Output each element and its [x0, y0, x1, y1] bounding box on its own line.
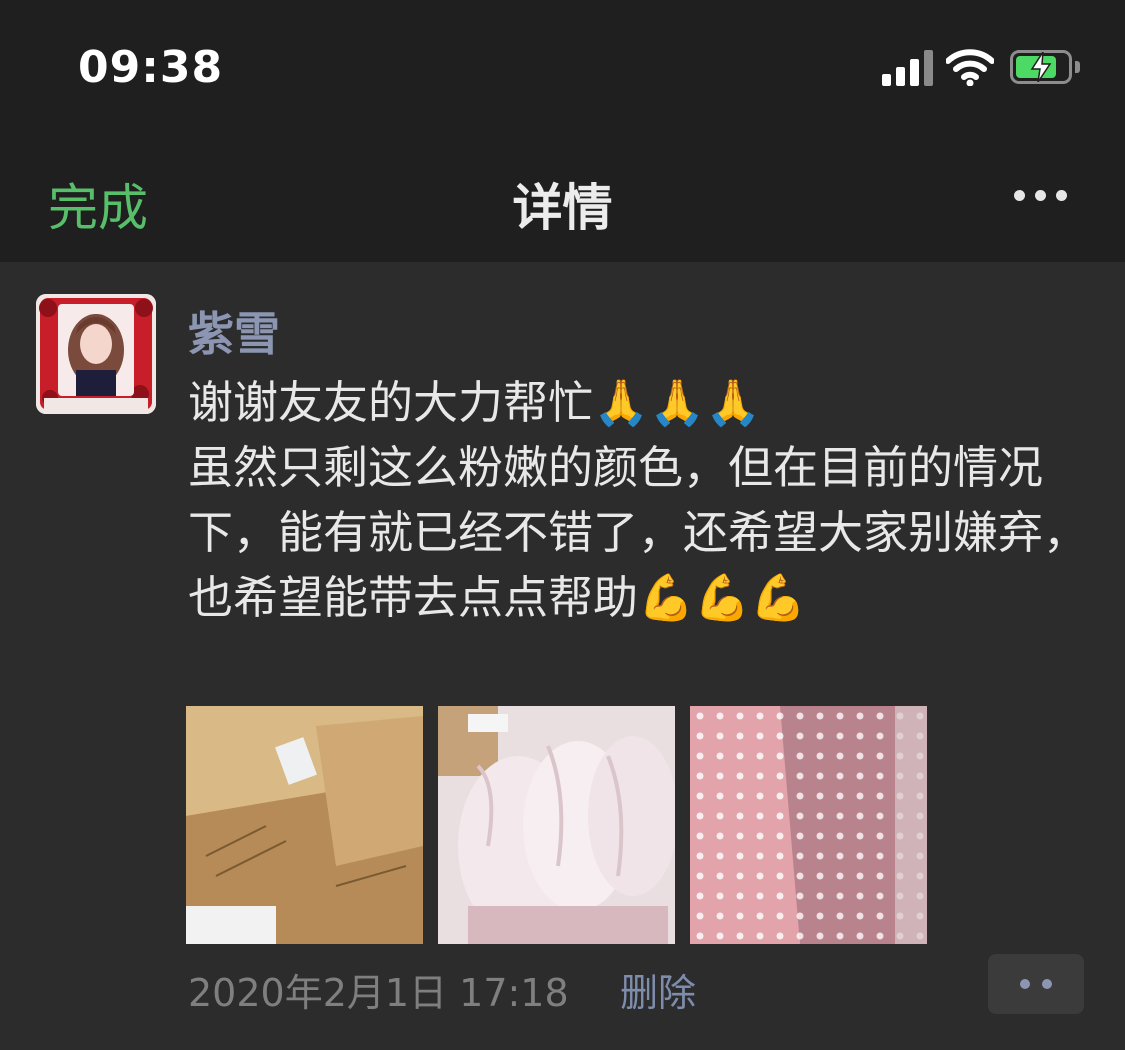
post-content: 谢谢友友的大力帮忙🙏🙏🙏 虽然只剩这么粉嫩的颜色，但在目前的情况下，能有就已经不… — [188, 376, 1089, 624]
photo-wrapped-pink-masks[interactable] — [438, 706, 675, 944]
moments-detail-screen: 09:38 完成 详情 紫雪 谢谢友友的大力帮忙🙏🙏🙏 虽然只剩这么粉嫩的颜色，… — [0, 0, 1125, 1050]
avatar[interactable] — [36, 294, 156, 414]
photo-cardboard-boxes[interactable] — [186, 706, 423, 944]
more-icon[interactable] — [1008, 178, 1072, 218]
top-bar: 09:38 完成 详情 — [0, 0, 1125, 262]
photo-pink-polka-dot-masks[interactable] — [690, 706, 927, 944]
battery-charging-icon — [1010, 50, 1080, 84]
status-time: 09:38 — [78, 42, 224, 93]
delete-button[interactable]: 删除 — [620, 962, 696, 1017]
page-title: 详情 — [512, 179, 613, 237]
post-timestamp: 2020年2月1日 17:18 — [188, 971, 569, 1015]
wifi-icon — [946, 49, 994, 86]
signal-icon — [882, 50, 934, 86]
author-name[interactable]: 紫雪 — [188, 298, 280, 364]
comment-actions-icon[interactable] — [988, 954, 1084, 1014]
